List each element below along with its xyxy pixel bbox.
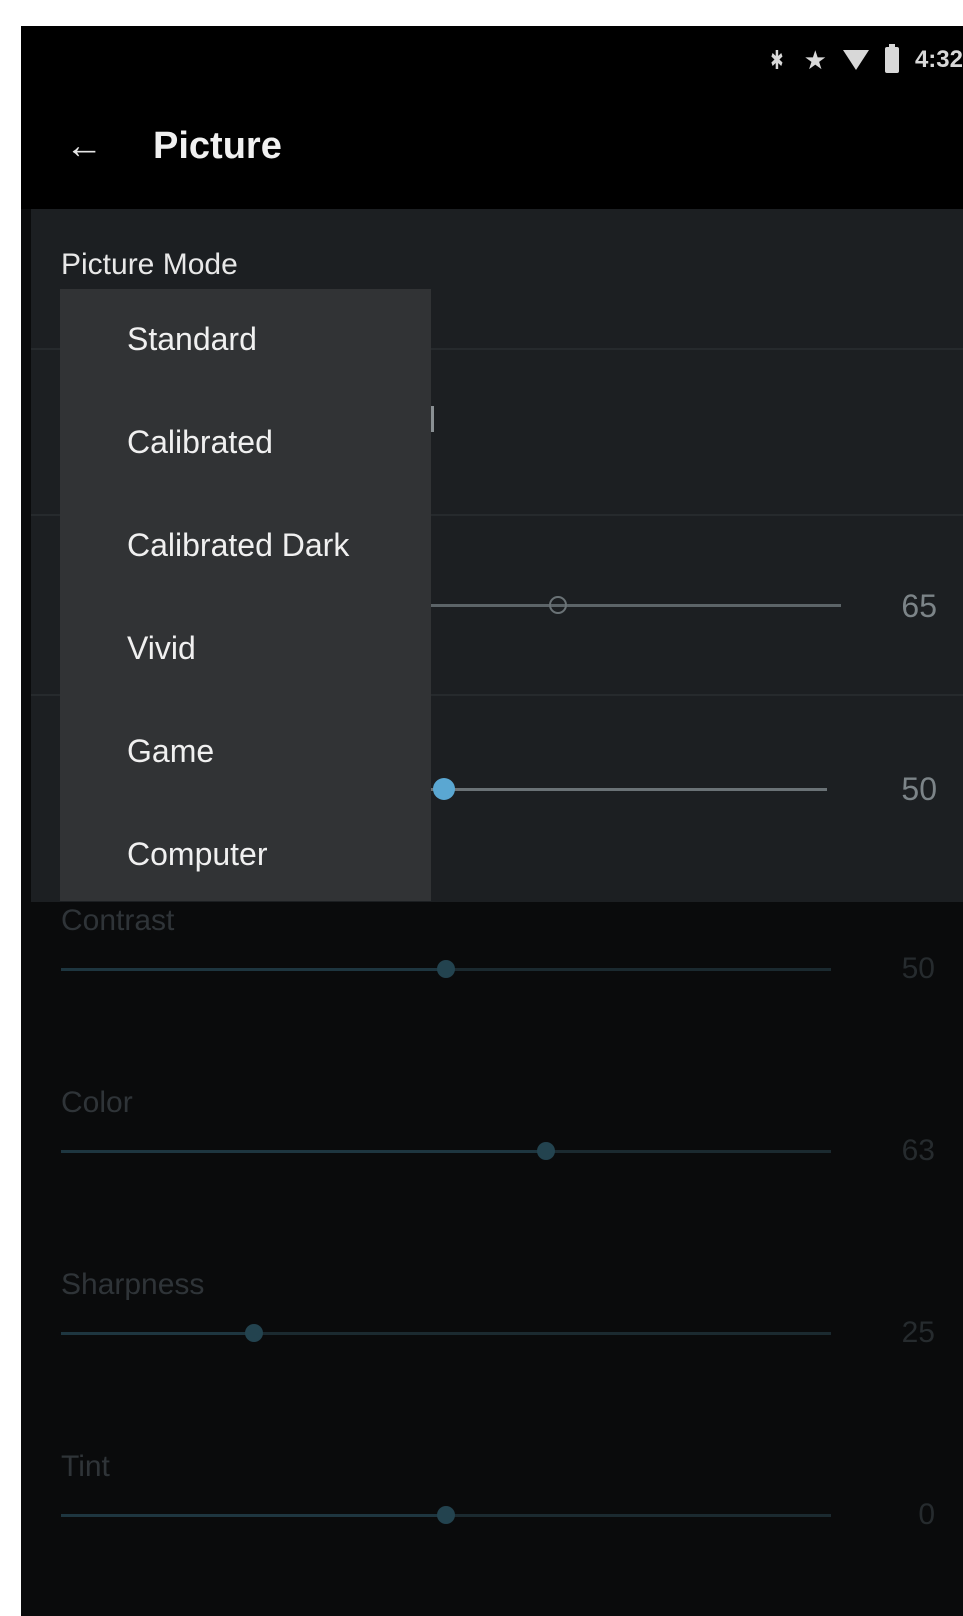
sharpness-value: 25 [901, 1316, 935, 1349]
color-value: 63 [901, 1134, 935, 1167]
status-time: 4:32 [914, 46, 963, 73]
star-icon: ★ [803, 44, 827, 75]
slider-value: 50 [901, 771, 937, 807]
slider-knob[interactable] [537, 1142, 556, 1160]
color-label: Color [61, 1086, 133, 1119]
menu-item-vivid[interactable]: Vivid [127, 628, 196, 668]
selected-slider-knob[interactable] [433, 778, 455, 800]
color-slider[interactable] [61, 1142, 831, 1160]
contrast-label: Contrast [61, 904, 175, 937]
sharpness-label: Sharpness [61, 1268, 205, 1301]
bluetooth-icon: ✱ [770, 44, 784, 75]
status-bar: ✱ ★ 4:32 [766, 44, 963, 76]
slider-knob[interactable] [437, 1506, 455, 1524]
back-arrow-icon[interactable]: ← [65, 126, 103, 166]
partial-slider-track[interactable] [431, 604, 841, 607]
slider-fill [61, 1332, 254, 1335]
menu-item-calibrated-dark[interactable]: Calibrated Dark [127, 525, 349, 565]
tint-label: Tint [61, 1450, 110, 1483]
slider-fill [61, 1514, 446, 1517]
slider-knob[interactable] [244, 1324, 263, 1342]
slider-fill [61, 1150, 547, 1153]
menu-item-computer[interactable]: Computer [127, 834, 268, 874]
battery-icon [884, 44, 899, 73]
slider-fill [61, 968, 446, 971]
tint-slider[interactable] [61, 1506, 831, 1524]
slider-knob[interactable] [437, 960, 455, 978]
text-cursor [431, 406, 434, 432]
contrast-slider[interactable] [61, 960, 831, 978]
picture-mode-dropdown: Standard Calibrated Calibrated Dark Vivi… [60, 289, 431, 901]
app-header: ✱ ★ 4:32 ← Picture [21, 26, 963, 209]
menu-item-calibrated[interactable]: Calibrated [127, 422, 273, 462]
selected-slider-track[interactable] [431, 788, 827, 791]
slider-knob[interactable] [549, 596, 567, 614]
tint-value: 0 [918, 1498, 935, 1531]
picture-mode-label: Picture Mode [61, 248, 238, 281]
sharpness-slider[interactable] [61, 1324, 831, 1342]
menu-item-game[interactable]: Game [127, 731, 214, 771]
page-title: Picture [153, 125, 282, 167]
phone-screen: ✱ ★ 4:32 ← Picture Picture Mode 65 50 Co… [21, 26, 963, 1616]
contrast-value: 50 [901, 952, 935, 985]
menu-item-standard[interactable]: Standard [127, 319, 257, 359]
slider-value: 65 [901, 588, 937, 624]
wifi-icon [842, 50, 869, 70]
